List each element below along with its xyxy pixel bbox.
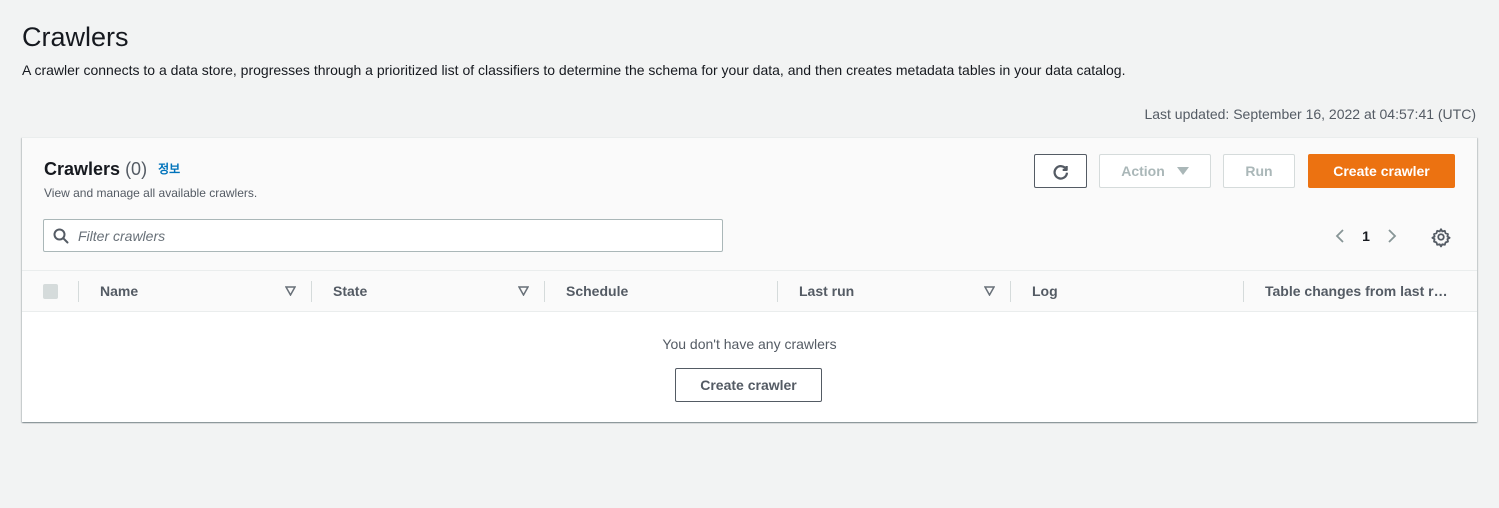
- panel-header: Crawlers (0) 정보 View and manage all avai…: [22, 138, 1477, 270]
- filter-search: [43, 219, 723, 252]
- table-header: Name State Schedule Last run Log Table c…: [22, 270, 1477, 312]
- crawler-count: (0): [125, 159, 148, 179]
- action-dropdown-button[interactable]: Action: [1099, 154, 1211, 188]
- empty-state-create-crawler-button[interactable]: Create crawler: [675, 368, 822, 402]
- sort-triangle-icon[interactable]: [984, 286, 995, 296]
- sort-triangle-icon[interactable]: [285, 286, 296, 296]
- action-label: Action: [1121, 163, 1165, 179]
- settings-gear-icon[interactable]: [1430, 226, 1452, 248]
- column-separator[interactable]: [1243, 281, 1244, 302]
- column-header-last-run[interactable]: Last run: [799, 283, 969, 299]
- column-separator[interactable]: [544, 281, 545, 302]
- column-separator[interactable]: [777, 281, 778, 302]
- page-description: A crawler connects to a data store, prog…: [22, 62, 1126, 78]
- panel-title: Crawlers (0) 정보: [44, 159, 180, 180]
- info-link[interactable]: 정보: [158, 162, 180, 176]
- refresh-button[interactable]: [1034, 154, 1087, 188]
- empty-state-message: You don't have any crawlers: [662, 336, 837, 352]
- search-icon: [53, 228, 69, 244]
- run-button[interactable]: Run: [1223, 154, 1295, 188]
- crawlers-panel: Crawlers (0) 정보 View and manage all avai…: [22, 137, 1477, 422]
- filter-crawlers-input[interactable]: [78, 220, 708, 251]
- current-page-number[interactable]: 1: [1348, 228, 1384, 244]
- caret-down-icon: [1176, 167, 1189, 175]
- select-all-checkbox[interactable]: [43, 284, 58, 299]
- column-header-name[interactable]: Name: [100, 283, 270, 299]
- column-separator[interactable]: [78, 281, 79, 302]
- chevron-right-icon: [1388, 229, 1397, 243]
- column-header-table-changes[interactable]: Table changes from last r…: [1265, 283, 1465, 299]
- page-title: Crawlers: [22, 22, 129, 52]
- last-updated-text: Last updated: September 16, 2022 at 04:5…: [1144, 106, 1476, 122]
- page-header: Crawlers A crawler connects to a data st…: [22, 20, 1482, 79]
- panel-title-text: Crawlers: [44, 159, 121, 179]
- column-header-state[interactable]: State: [333, 283, 503, 299]
- column-separator[interactable]: [311, 281, 312, 302]
- panel-subtitle: View and manage all available crawlers.: [44, 186, 258, 200]
- chevron-left-icon: [1335, 229, 1344, 243]
- next-page-button[interactable]: [1384, 226, 1400, 246]
- column-header-log[interactable]: Log: [1032, 283, 1232, 299]
- create-crawler-button[interactable]: Create crawler: [1308, 154, 1455, 188]
- pagination: 1: [1332, 225, 1400, 247]
- column-header-schedule[interactable]: Schedule: [566, 283, 766, 299]
- previous-page-button[interactable]: [1332, 226, 1348, 246]
- sort-triangle-icon[interactable]: [518, 286, 529, 296]
- column-separator[interactable]: [1010, 281, 1011, 302]
- refresh-icon: [1052, 165, 1068, 180]
